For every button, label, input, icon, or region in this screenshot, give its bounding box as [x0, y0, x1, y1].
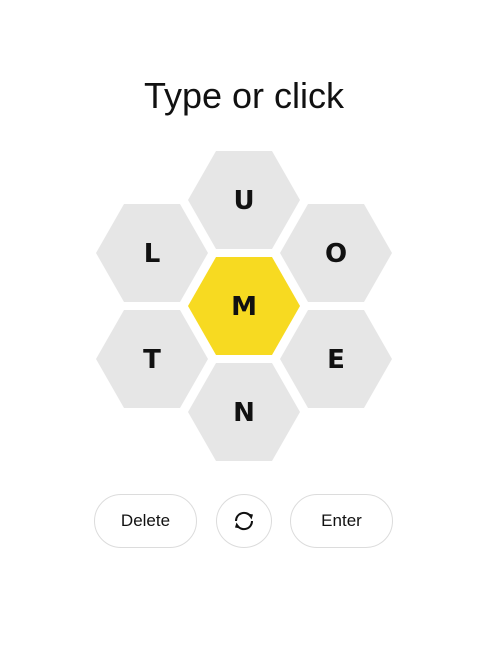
hive-cell-center-hexagon[interactable] — [188, 257, 300, 355]
hive-cell-bottom[interactable]: N — [188, 363, 300, 461]
hive-cell-lower-right-hexagon[interactable] — [280, 310, 392, 408]
hive-svg: UOENTLM — [96, 151, 392, 461]
enter-button[interactable]: Enter — [290, 494, 393, 548]
hive-cell-lower-right[interactable]: E — [280, 310, 392, 408]
shuffle-icon — [230, 507, 258, 535]
shuffle-button[interactable] — [216, 494, 272, 548]
hive-cell-bottom-hexagon[interactable] — [188, 363, 300, 461]
hive-cell-lower-left-hexagon[interactable] — [96, 310, 208, 408]
controls: Delete Enter — [0, 494, 493, 550]
hive-cell-upper-right[interactable]: O — [280, 204, 392, 302]
hive-cell-upper-left-hexagon[interactable] — [96, 204, 208, 302]
hive-cell-upper-left[interactable]: L — [96, 204, 208, 302]
hive-cell-center[interactable]: M — [188, 257, 300, 355]
hive-cell-upper-right-hexagon[interactable] — [280, 204, 392, 302]
hive-cell-lower-left[interactable]: T — [96, 310, 208, 408]
letter-hive: UOENTLM — [0, 0, 493, 650]
hive-cell-top-hexagon[interactable] — [188, 151, 300, 249]
hive-cell-top[interactable]: U — [188, 151, 300, 249]
delete-button[interactable]: Delete — [94, 494, 197, 548]
